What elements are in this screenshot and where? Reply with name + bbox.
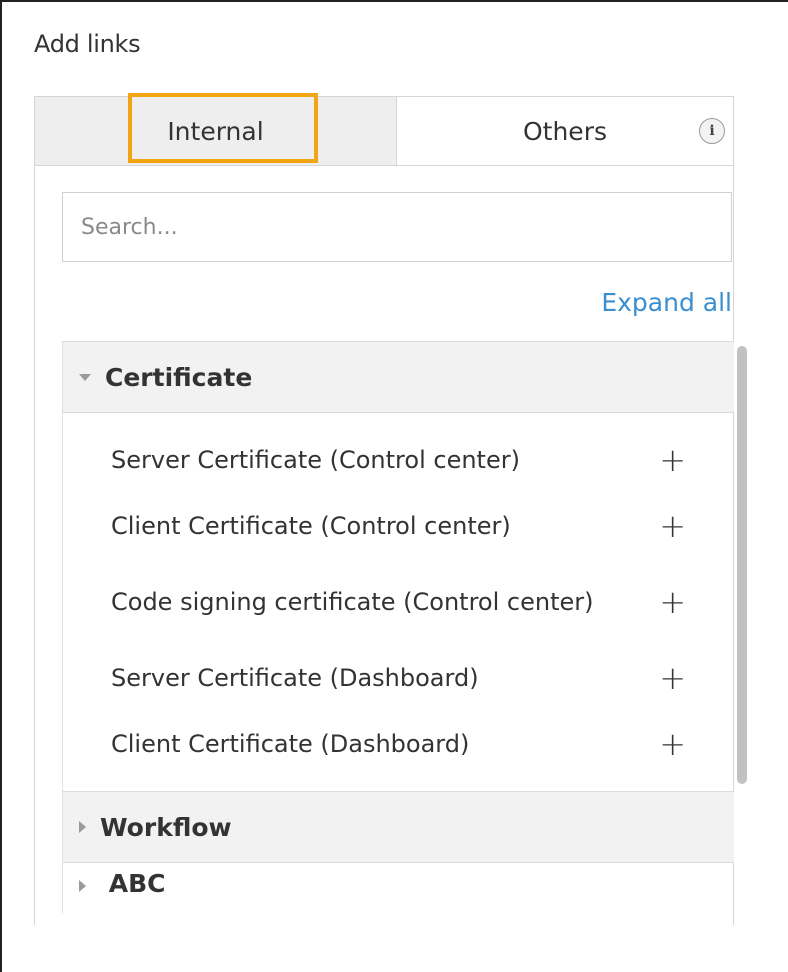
plus-icon[interactable]: + (659, 510, 686, 542)
expand-all-link[interactable]: Expand all (601, 288, 732, 317)
caret-down-icon (79, 373, 91, 381)
scrollbar-thumb[interactable] (737, 346, 747, 784)
info-icon[interactable]: i (699, 118, 725, 144)
list-item-label: Client Certificate (Dashboard) (111, 730, 470, 758)
caret-right-icon (79, 880, 86, 892)
group-label: Workflow (100, 812, 232, 842)
list-item-label: Client Certificate (Control center) (111, 512, 511, 540)
tab-highlight-box (128, 93, 318, 163)
list-item: Server Certificate (Control center) + (63, 427, 734, 493)
plus-icon[interactable]: + (659, 662, 686, 694)
group-header-workflow[interactable]: Workflow (63, 791, 734, 863)
list-item: Code signing certificate (Control center… (63, 559, 734, 645)
list-item-label: Server Certificate (Dashboard) (111, 664, 479, 692)
group-header-abc[interactable]: ABC (63, 869, 734, 895)
caret-right-icon (79, 821, 86, 833)
plus-icon[interactable]: + (659, 728, 686, 760)
list-item-label: Server Certificate (Control center) (111, 446, 520, 474)
tab-internal[interactable]: Internal (35, 93, 397, 165)
tab-bar: Internal Others i (34, 93, 734, 166)
tab-others[interactable]: Others i (397, 97, 733, 165)
link-tree: Certificate Server Certificate (Control … (62, 341, 734, 913)
list-item-label: Code signing certificate (Control center… (111, 588, 594, 616)
panel-title: Add links (34, 30, 141, 58)
list-item: Client Certificate (Control center) + (63, 493, 734, 559)
list-item: Server Certificate (Dashboard) + (63, 645, 734, 711)
group-label: ABC (108, 869, 166, 895)
search-input[interactable] (62, 192, 732, 262)
plus-icon[interactable]: + (659, 586, 686, 618)
tab-others-label: Others (522, 116, 607, 146)
list-item: Client Certificate (Dashboard) + (63, 711, 734, 777)
group-header-certificate[interactable]: Certificate (63, 341, 734, 413)
group-items-certificate: Server Certificate (Control center) + Cl… (63, 413, 734, 791)
group-label: Certificate (105, 362, 253, 392)
plus-icon[interactable]: + (659, 444, 686, 476)
